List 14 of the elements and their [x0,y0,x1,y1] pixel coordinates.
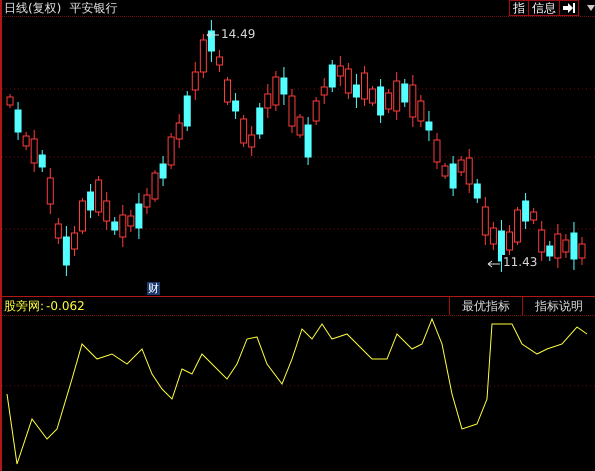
arrow-to-bar-icon [563,3,575,13]
financial-report-marker[interactable]: 财 [147,282,160,295]
high-price-label: 14.49 [220,27,256,41]
stock-name: 平安银行 [69,0,118,16]
toolbar-button[interactable]: 信息 [528,0,560,16]
indicator-value: -0.062 [46,299,85,313]
toolbar-button[interactable]: 指 [509,0,529,16]
low-price-arrow-icon [488,260,500,268]
indicator-name: 股旁网: [4,298,44,314]
chart-period-label: 日线(复权) [4,0,62,16]
high-price-arrow-icon [206,32,220,38]
expand-button[interactable] [559,0,579,16]
dropdown-caret-icon[interactable] [587,5,595,11]
low-price-label: 11.43 [502,255,538,269]
